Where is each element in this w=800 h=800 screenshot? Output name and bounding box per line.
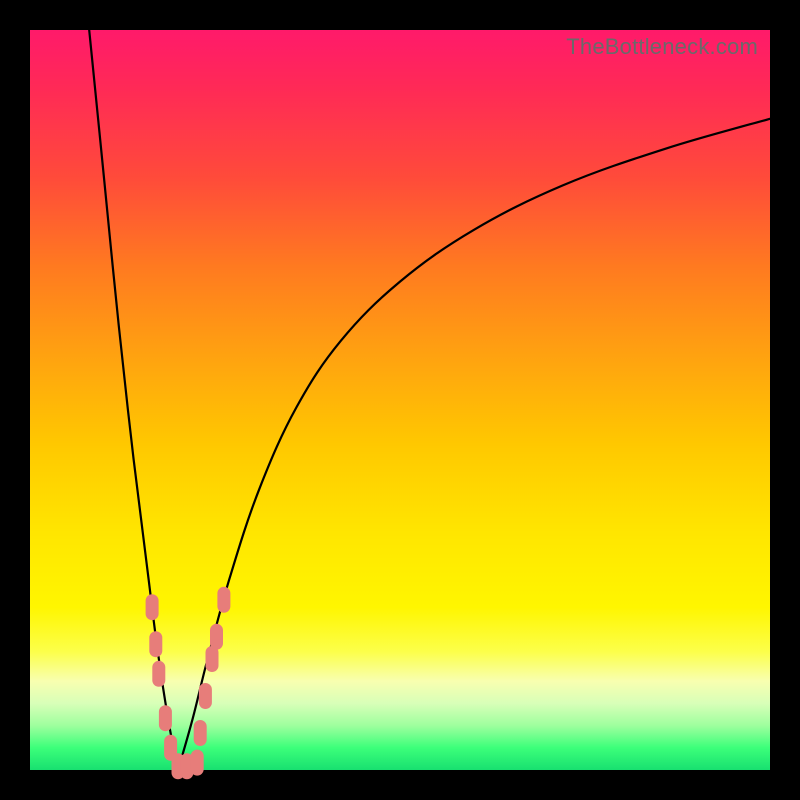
curve-marker [206,646,219,672]
curve-marker [149,631,162,657]
bottleneck-curve-left-branch [89,30,178,770]
chart-frame: TheBottleneck.com [0,0,800,800]
curve-marker [199,683,212,709]
curve-marker [146,594,159,620]
curve-marker [152,661,165,687]
curve-layer [30,30,770,770]
curve-marker [210,624,223,650]
curve-marker [191,750,204,776]
bottleneck-curve-right-branch [178,119,770,770]
curve-marker [159,705,172,731]
curve-marker [217,587,230,613]
curve-marker [194,720,207,746]
plot-area: TheBottleneck.com [30,30,770,770]
